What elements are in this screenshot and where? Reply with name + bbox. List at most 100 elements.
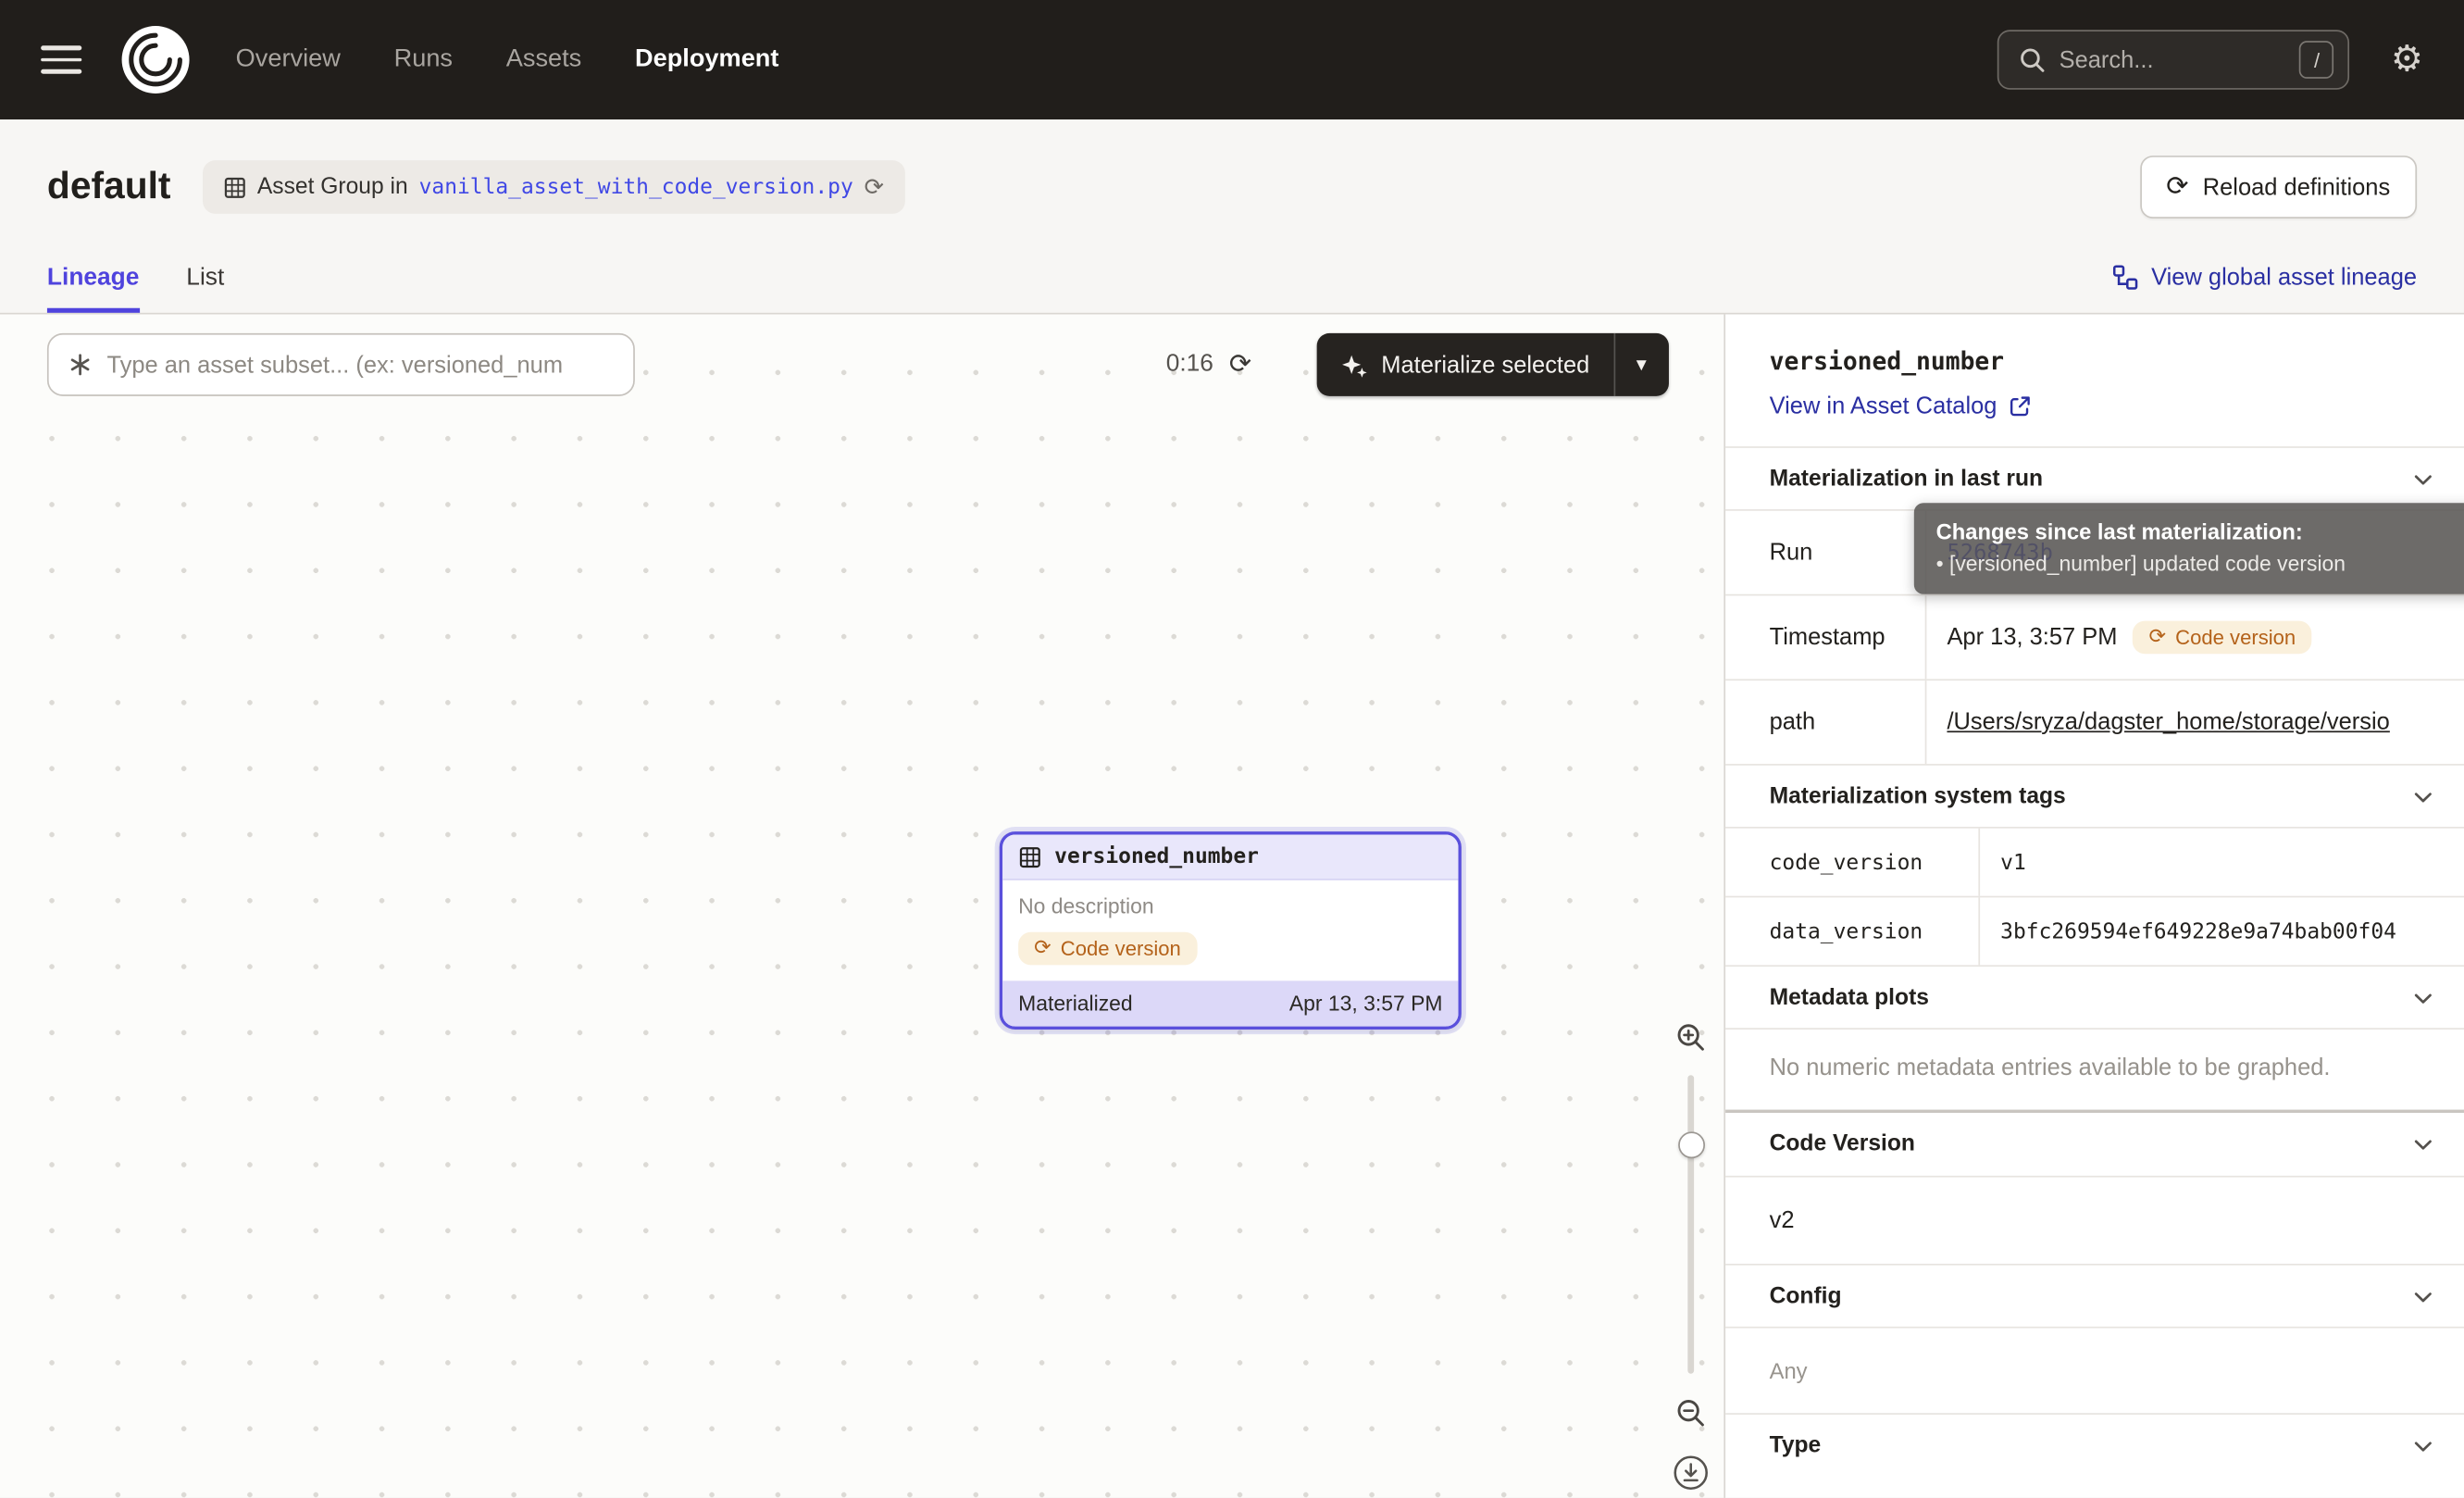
search-shortcut-key: / [2299, 41, 2333, 79]
lineage-canvas[interactable]: 0:16 ⟳ Materialize selected ▾ [0, 315, 1724, 1498]
system-tag-label: data_version [1725, 897, 1980, 965]
section-materialization-system-tags[interactable]: Materialization system tags [1725, 764, 2464, 827]
code-version-badge: ⟳ Code version [2133, 621, 2311, 655]
op-selector-icon [68, 352, 93, 377]
materialize-dropdown-caret[interactable]: ▾ [1614, 333, 1668, 396]
code-version-badge-label: Code version [1061, 937, 1181, 960]
asset-group-prefix: Asset Group in [257, 174, 408, 199]
chevron-down-icon[interactable] [2410, 783, 2435, 808]
gear-icon[interactable]: ⚙ [2391, 42, 2423, 78]
chevron-down-icon[interactable] [2410, 1432, 2435, 1457]
metadata-label: Run [1725, 511, 1926, 594]
asset-group-grid-icon [223, 175, 246, 198]
reload-definitions-button[interactable]: ⟳ Reload definitions [2139, 156, 2417, 218]
panel-header: versioned_number View in Asset Catalog [1725, 315, 2464, 447]
config-value: Any [1725, 1327, 2464, 1413]
section-code-version[interactable]: Code Version [1725, 1113, 2464, 1176]
nav-item-runs[interactable]: Runs [394, 45, 453, 74]
chevron-down-icon[interactable] [2410, 1283, 2435, 1308]
system-tag-value: v1 [2000, 850, 2026, 875]
chevron-down-icon[interactable] [2410, 466, 2435, 491]
system-tag-row-data-version: data_version 3bfc269594ef649228e9a74bab0… [1725, 896, 2464, 966]
metadata-plots-empty-message: No numeric metadata entries available to… [1725, 1028, 2464, 1109]
system-tag-label: code_version [1725, 829, 1980, 896]
system-tag-row-code-version: code_version v1 [1725, 827, 2464, 896]
nav-item-deployment[interactable]: Deployment [635, 45, 778, 74]
app-window: Overview Runs Assets Deployment / ⚙ defa… [0, 0, 2464, 1498]
changed-icon: ⟳ [2148, 627, 2166, 647]
lineage-graph-icon [2112, 264, 2139, 291]
reload-location-icon[interactable]: ⟳ [865, 175, 884, 198]
materialized-status-time: Apr 13, 3:57 PM [1289, 992, 1443, 1015]
nav-item-assets[interactable]: Assets [506, 45, 582, 74]
asset-group-chip: Asset Group in vanilla_asset_with_code_v… [202, 160, 904, 214]
primary-nav: Overview Runs Assets Deployment [236, 45, 779, 74]
main-content: 0:16 ⟳ Materialize selected ▾ [0, 315, 2464, 1498]
zoom-controls [1672, 1022, 1710, 1492]
search-input[interactable] [2060, 46, 2287, 73]
zoom-slider-handle[interactable] [1677, 1131, 1704, 1158]
section-type[interactable]: Type [1725, 1413, 2464, 1476]
tab-lineage[interactable]: Lineage [47, 264, 139, 313]
zoom-slider [1677, 1075, 1704, 1374]
refresh-icon[interactable]: ⟳ [1229, 351, 1251, 378]
code-location-link[interactable]: vanilla_asset_with_code_version.py [419, 174, 853, 199]
page-title: default [47, 165, 171, 209]
view-in-asset-catalog-link[interactable]: View in Asset Catalog [1770, 393, 2032, 419]
zoom-slider-track[interactable] [1687, 1075, 1694, 1374]
timestamp-value: Apr 13, 3:57 PM [1947, 624, 2117, 651]
section-config[interactable]: Config [1725, 1264, 2464, 1327]
asset-node-header: versioned_number [1002, 834, 1458, 880]
section-heading: Metadata plots [1770, 985, 1929, 1010]
section-heading: Type [1770, 1432, 1822, 1457]
asset-node-name: versioned_number [1054, 844, 1259, 869]
download-graph-icon[interactable] [1672, 1454, 1710, 1492]
timer-value: 0:16 [1166, 351, 1213, 380]
section-materialization-last-run[interactable]: Materialization in last run [1725, 446, 2464, 509]
asset-node-versioned-number[interactable]: versioned_number No description ⟳ Code v… [1000, 831, 1462, 1030]
sparkle-icon [1340, 351, 1367, 378]
asset-node-body: No description ⟳ Code version [1002, 880, 1458, 981]
section-heading: Materialization in last run [1770, 466, 2043, 491]
tab-list[interactable]: List [186, 264, 224, 313]
materialize-label: Materialize selected [1381, 351, 1589, 378]
materialize-selected-button[interactable]: Materialize selected ▾ [1317, 333, 1669, 396]
section-heading: Config [1770, 1283, 1842, 1308]
metadata-row-path: path /Users/sryza/dagster_home/storage/v… [1725, 679, 2464, 764]
asset-grid-icon [1018, 845, 1041, 868]
changes-since-materialization-tooltip: Changes since last materialization: • [v… [1914, 503, 2464, 593]
dagster-logo-icon[interactable] [119, 23, 192, 95]
chevron-down-icon[interactable] [2410, 1131, 2435, 1156]
view-in-asset-catalog-label: View in Asset Catalog [1770, 393, 1997, 419]
section-heading: Code Version [1770, 1131, 1915, 1156]
zoom-out-icon[interactable] [1675, 1397, 1707, 1429]
tabs-row: Lineage List View global asset lineage [0, 232, 2464, 314]
global-search[interactable]: / [1997, 30, 2349, 90]
code-version-badge: ⟳ Code version [1018, 932, 1197, 966]
materialize-main-segment[interactable]: Materialize selected [1317, 333, 1615, 396]
section-metadata-plots[interactable]: Metadata plots [1725, 965, 2464, 1028]
asset-subset-filter[interactable] [47, 333, 635, 396]
external-link-icon [2008, 394, 2031, 418]
metadata-label: path [1725, 680, 1926, 764]
hamburger-menu-icon[interactable] [41, 46, 81, 74]
asset-node-footer: Materialized Apr 13, 3:57 PM [1002, 980, 1458, 1026]
refresh-icon: ⟳ [2166, 174, 2188, 201]
nav-right-group: / ⚙ [1997, 30, 2422, 90]
code-version-value: v2 [1725, 1176, 2464, 1264]
section-heading: Materialization system tags [1770, 783, 2066, 808]
nav-item-overview[interactable]: Overview [236, 45, 341, 74]
asset-name-title: versioned_number [1770, 347, 2420, 376]
top-nav: Overview Runs Assets Deployment / ⚙ [0, 0, 2464, 119]
metadata-row-timestamp: Timestamp Apr 13, 3:57 PM ⟳ Code version [1725, 594, 2464, 680]
path-link[interactable]: /Users/sryza/dagster_home/storage/versio [1947, 709, 2389, 736]
page-header: default Asset Group in vanilla_asset_wit… [0, 119, 2464, 232]
view-global-asset-lineage-link[interactable]: View global asset lineage [2112, 264, 2417, 291]
chevron-down-icon[interactable] [2410, 985, 2435, 1010]
asset-subset-input[interactable] [106, 351, 614, 378]
refresh-timer: 0:16 ⟳ [1166, 333, 1251, 396]
metadata-label: Timestamp [1725, 595, 1926, 679]
reload-definitions-label: Reload definitions [2203, 174, 2390, 201]
zoom-in-icon[interactable] [1675, 1022, 1707, 1054]
asset-details-panel: versioned_number View in Asset Catalog M… [1724, 315, 2464, 1498]
